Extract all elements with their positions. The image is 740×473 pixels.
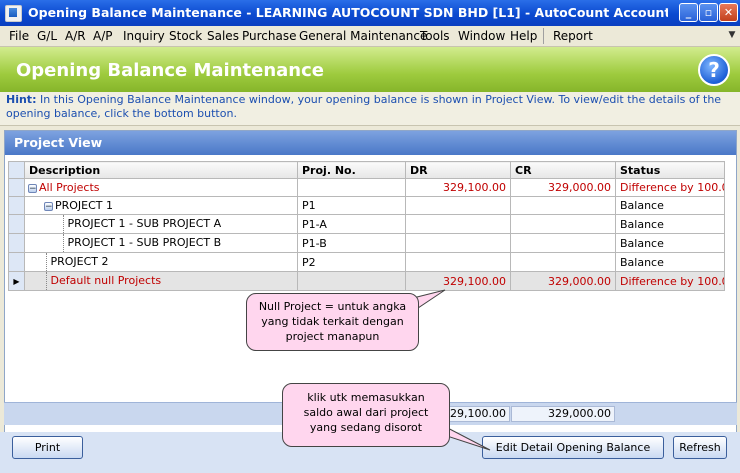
null-project-callout: Null Project = untuk angka yang tidak te… (246, 293, 419, 351)
edit-detail-callout: klik utk memasukkan saldo awal dari proj… (282, 383, 450, 447)
